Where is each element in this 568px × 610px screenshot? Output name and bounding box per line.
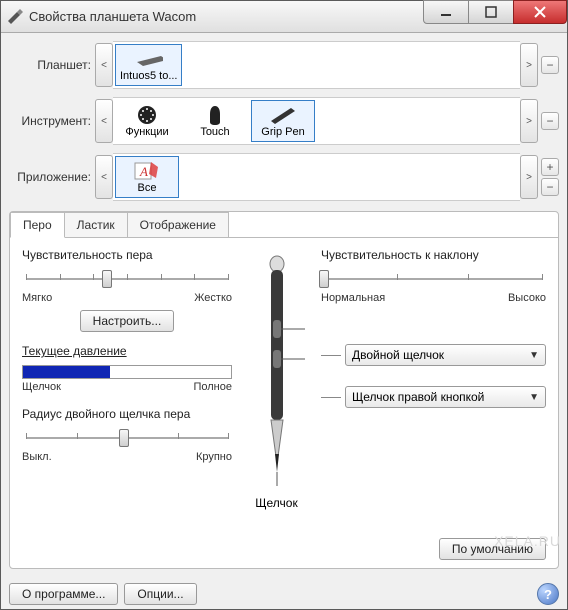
- tool-item-label: Grip Pen: [261, 126, 304, 138]
- dblclick-title: Радиус двойного щелчка пера: [22, 407, 232, 421]
- titlebar: Свойства планшета Wacom: [1, 1, 567, 33]
- tablet-label: Планшет:: [9, 58, 95, 72]
- tab-mapping[interactable]: Отображение: [127, 212, 229, 238]
- tilt-left: Нормальная: [321, 292, 385, 304]
- maximize-button[interactable]: [468, 0, 514, 24]
- help-button[interactable]: ?: [537, 583, 559, 605]
- tip-feel-left: Мягко: [22, 292, 52, 304]
- app-item-label: Все: [138, 182, 157, 194]
- tool-selector-row: Инструмент: < Функции Touch: [9, 95, 559, 147]
- pressure-bar: [22, 365, 232, 379]
- tip-feel-right: Жестко: [194, 292, 232, 304]
- footer: О программе... Опции... ?: [1, 577, 567, 609]
- tablet-item-label: Intuos5 to...: [120, 70, 177, 82]
- tablet-remove-button[interactable]: −: [541, 56, 559, 74]
- chevron-down-icon: ▼: [529, 392, 539, 403]
- app-icon: [7, 9, 23, 25]
- pen-tab-body: Чувствительность пера Мягко Жестко Настр…: [10, 237, 558, 568]
- dblclick-right: Крупно: [196, 451, 232, 463]
- touch-icon: [201, 104, 229, 126]
- lower-button-connector: [321, 397, 341, 398]
- tablet-item-intuos5[interactable]: Intuos5 to...: [115, 44, 182, 86]
- tool-strip: Функции Touch Grip Pen: [113, 97, 520, 145]
- tab-eraser[interactable]: Ластик: [64, 212, 128, 238]
- tool-item-grip-pen[interactable]: Grip Pen: [251, 100, 315, 142]
- pressure-fill: [23, 366, 110, 378]
- current-pressure-title: Текущее давление: [22, 344, 232, 358]
- window-controls: [424, 1, 567, 32]
- app-scroll-right[interactable]: >: [520, 155, 538, 199]
- right-column: Чувствительность к наклону Нормальная Вы…: [321, 248, 546, 560]
- window-title: Свойства планшета Wacom: [29, 9, 424, 24]
- tablet-selector-row: Планшет: < Intuos5 to... > −: [9, 39, 559, 91]
- content-area: Планшет: < Intuos5 to... > − Инструмент:…: [1, 33, 567, 577]
- close-button[interactable]: [513, 0, 567, 24]
- app-scroll-left[interactable]: <: [95, 155, 113, 199]
- lower-button-dropdown[interactable]: Щелчок правой кнопкой ▼: [345, 386, 546, 408]
- left-column: Чувствительность пера Мягко Жестко Настр…: [22, 248, 232, 560]
- tablet-strip: Intuos5 to...: [113, 41, 520, 89]
- app-label: Приложение:: [9, 170, 95, 184]
- customize-button[interactable]: Настроить...: [80, 310, 175, 332]
- tab-pen[interactable]: Перо: [10, 212, 65, 238]
- options-button[interactable]: Опции...: [124, 583, 196, 605]
- tool-scroll-left[interactable]: <: [95, 99, 113, 143]
- default-button[interactable]: По умолчанию: [439, 538, 546, 560]
- dblclick-slider[interactable]: [22, 427, 232, 449]
- app-selector-row: Приложение: < A Все > + −: [9, 151, 559, 203]
- app-strip: A Все: [113, 153, 520, 201]
- tool-item-touch[interactable]: Touch: [183, 100, 247, 142]
- chevron-down-icon: ▼: [529, 350, 539, 361]
- tool-item-label: Функции: [125, 126, 168, 138]
- tab-bar: Перо Ластик Отображение: [10, 211, 558, 237]
- pen-icon: [269, 104, 297, 126]
- tablet-scroll-right[interactable]: >: [520, 43, 538, 87]
- dblclick-left: Выкл.: [22, 451, 52, 463]
- settings-panel: Перо Ластик Отображение Чувствительность…: [9, 211, 559, 569]
- tool-remove-button[interactable]: −: [541, 112, 559, 130]
- upper-button-connector: [321, 355, 341, 356]
- pressure-left: Щелчок: [22, 381, 61, 393]
- functions-icon: [133, 104, 161, 126]
- tip-feel-slider[interactable]: [22, 268, 232, 290]
- pen-illustration: [247, 254, 307, 494]
- about-button[interactable]: О программе...: [9, 583, 118, 605]
- minimize-button[interactable]: [423, 0, 469, 24]
- tool-label: Инструмент:: [9, 114, 95, 128]
- pen-diagram: Щелчок: [232, 248, 321, 560]
- tip-action-label: Щелчок: [255, 496, 297, 510]
- tilt-slider[interactable]: [321, 268, 546, 290]
- pressure-right: Полное: [193, 381, 232, 393]
- tilt-title: Чувствительность к наклону: [321, 248, 546, 262]
- app-add-button[interactable]: +: [541, 158, 559, 176]
- tool-item-functions[interactable]: Функции: [115, 100, 179, 142]
- app-item-all[interactable]: A Все: [115, 156, 179, 198]
- app-remove-button[interactable]: −: [541, 178, 559, 196]
- all-apps-icon: A: [133, 160, 161, 182]
- tool-item-label: Touch: [200, 126, 229, 138]
- svg-text:A: A: [139, 164, 148, 179]
- upper-button-dropdown[interactable]: Двойной щелчок ▼: [345, 344, 546, 366]
- wacom-properties-window: Свойства планшета Wacom Планшет: <: [0, 0, 568, 610]
- tip-feel-title: Чувствительность пера: [22, 248, 232, 262]
- tilt-right: Высоко: [508, 292, 546, 304]
- tablet-scroll-left[interactable]: <: [95, 43, 113, 87]
- tool-scroll-right[interactable]: >: [520, 99, 538, 143]
- tablet-icon: [135, 48, 163, 70]
